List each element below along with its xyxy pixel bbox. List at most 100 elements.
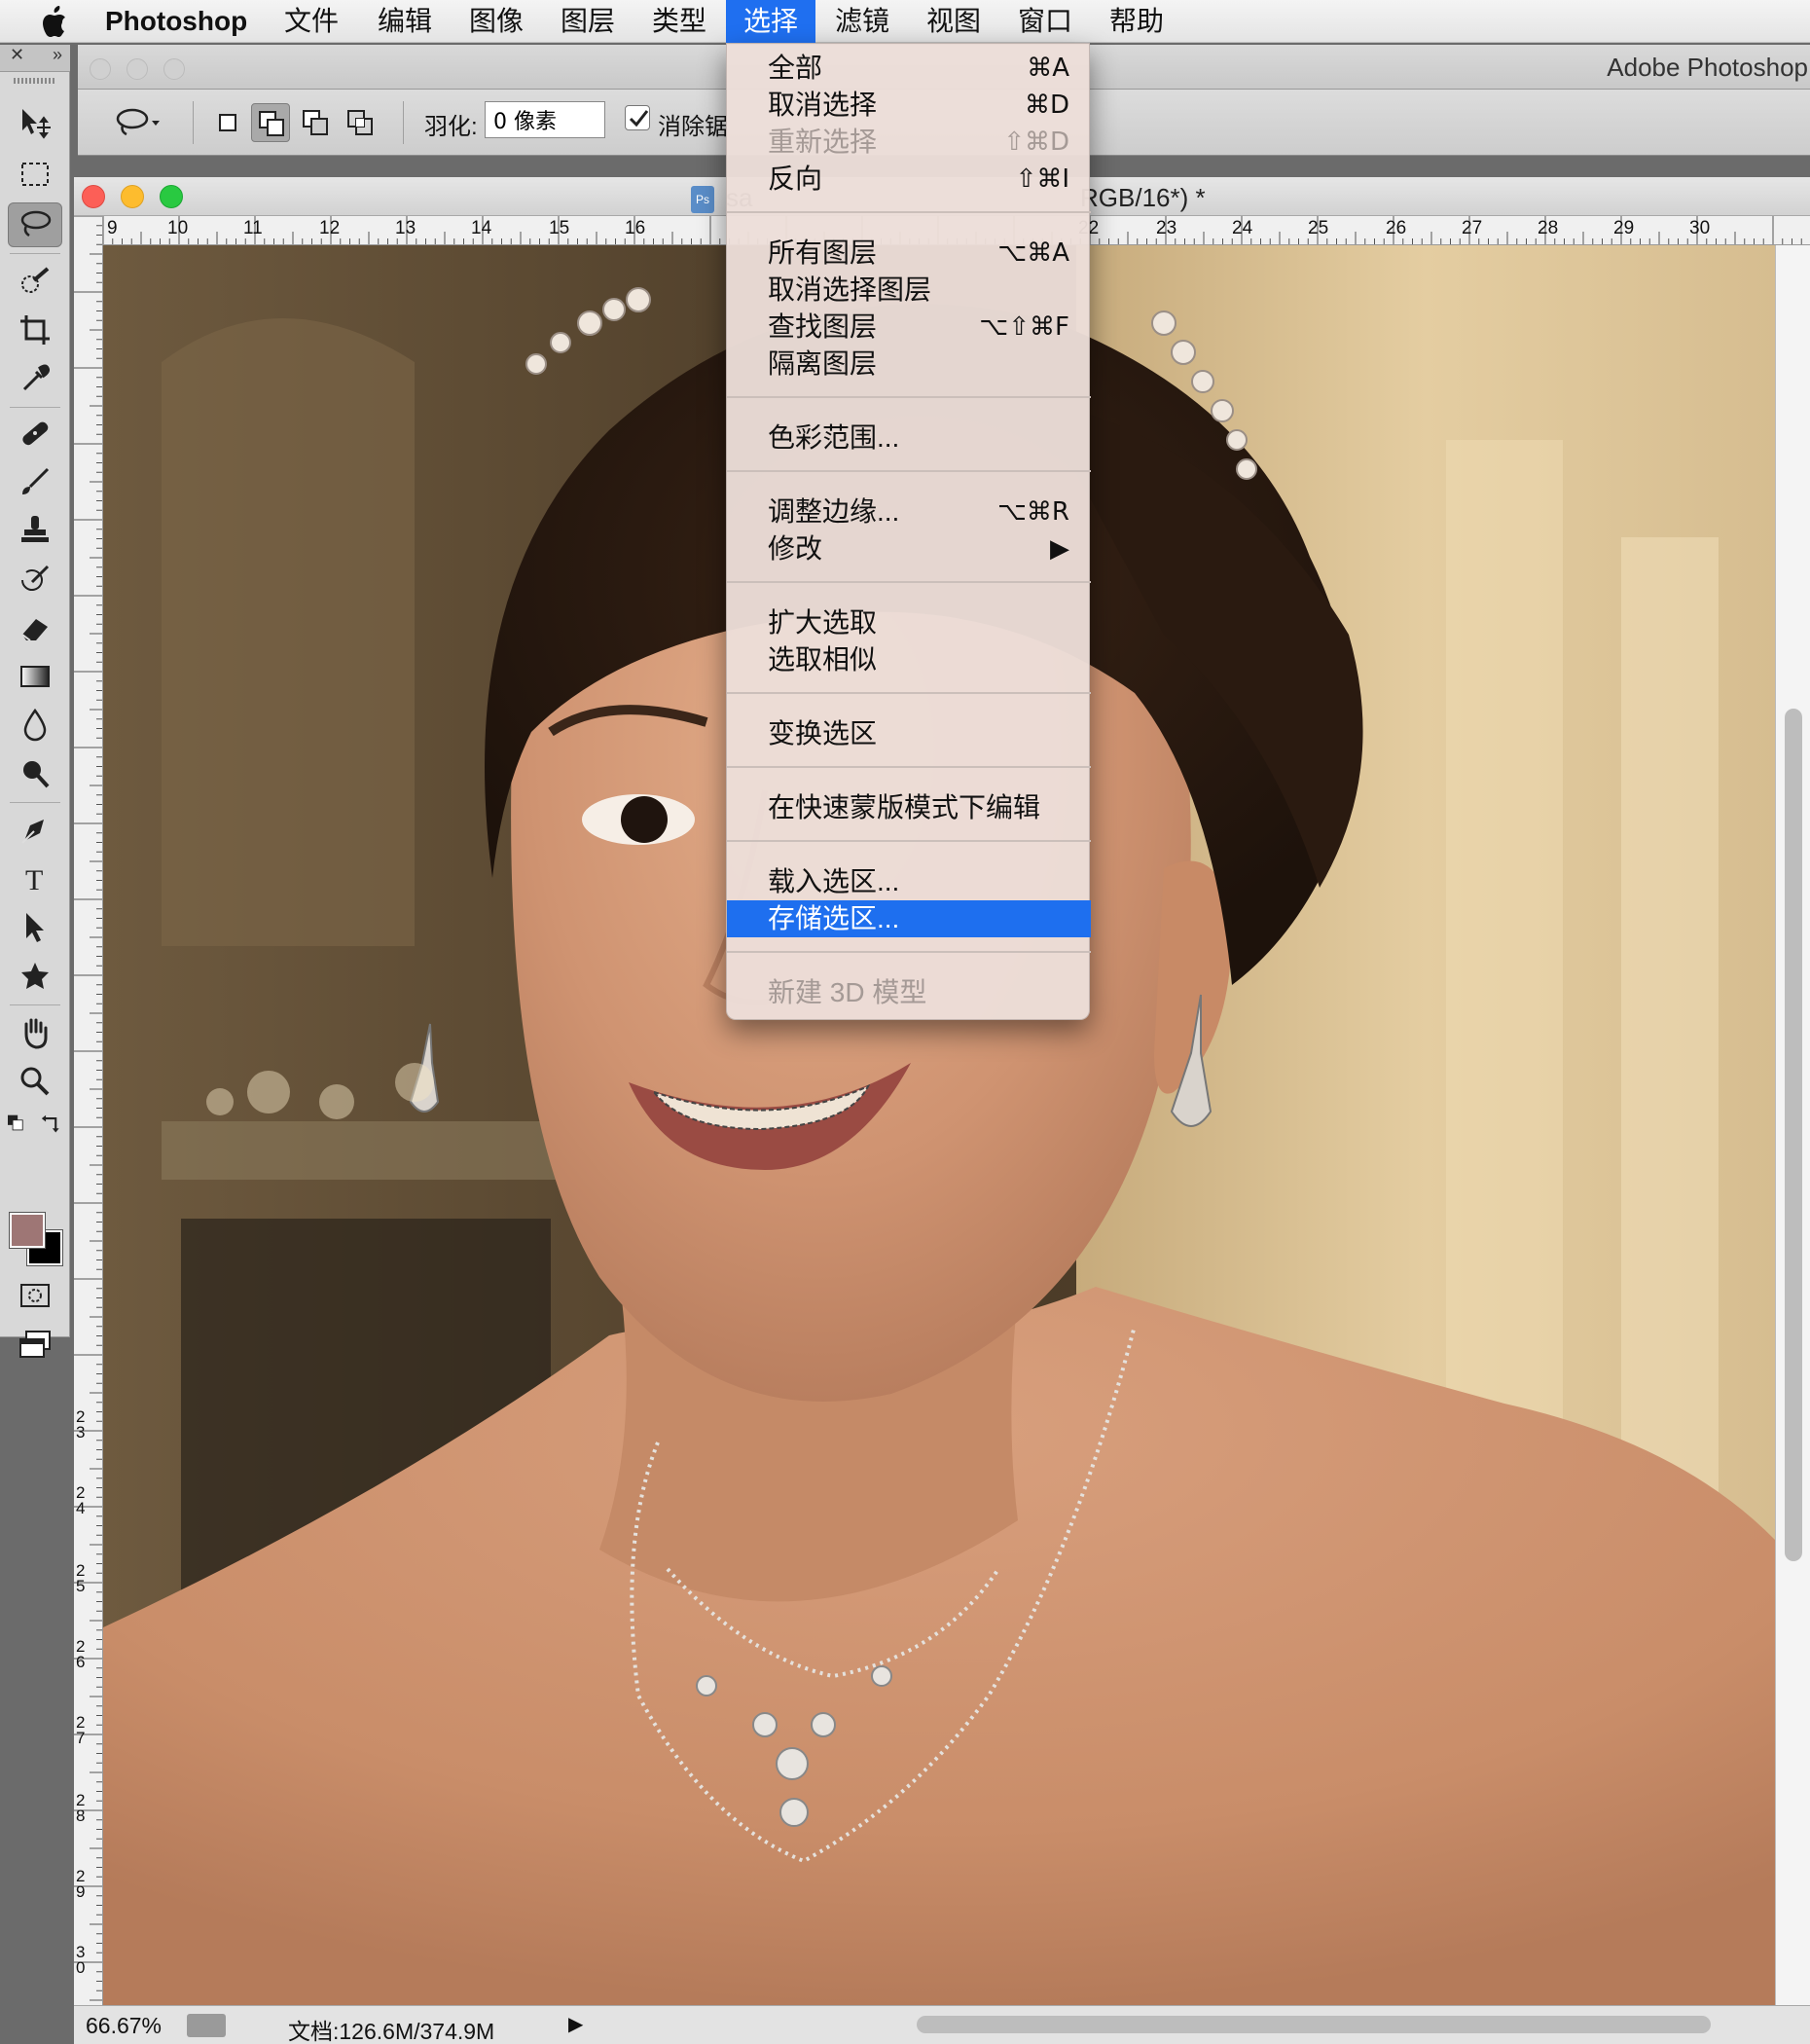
vertical-scroll-thumb[interactable] — [1785, 709, 1802, 1561]
menu-item-save-selection[interactable]: 存储选区... — [727, 900, 1091, 937]
separator — [403, 101, 404, 144]
custom-shape-tool[interactable] — [8, 954, 62, 999]
menu-item-label: 存储选区... — [768, 903, 900, 933]
shape-icon — [21, 963, 49, 989]
quick-select-tool[interactable] — [8, 259, 62, 304]
horizontal-scroll-thumb[interactable] — [917, 2016, 1711, 2033]
menu-item-quick-mask[interactable]: 在快速蒙版模式下编辑 — [727, 789, 1091, 826]
status-options-icon[interactable] — [187, 2014, 226, 2037]
default-colors-button[interactable] — [4, 1112, 33, 1137]
marquee-tool[interactable] — [8, 152, 62, 197]
ruler-label: 25 — [76, 1561, 86, 1595]
menu-item-shortcut: ⌘D — [1024, 91, 1069, 120]
type-tool[interactable]: T — [8, 857, 62, 901]
select-menu-dropdown: 全部 ⌘A 取消选择 ⌘D 重新选择 ⇧⌘D 反向 ⇧⌘I 所有图层 ⌥⌘A 取… — [726, 43, 1091, 1020]
move-tool[interactable] — [8, 101, 62, 146]
menu-select[interactable]: 选择 — [726, 0, 816, 43]
dodge-tool[interactable] — [8, 751, 62, 796]
brush-tool[interactable] — [8, 459, 62, 504]
screen-mode-button[interactable] — [8, 1322, 62, 1367]
menu-edit[interactable]: 编辑 — [360, 0, 450, 43]
subtract-from-selection-button[interactable] — [296, 103, 335, 142]
menu-image[interactable]: 图像 — [452, 0, 541, 43]
intersect-selection-button[interactable] — [341, 103, 380, 142]
quick-mask-button[interactable] — [8, 1273, 62, 1318]
new-selection-button[interactable] — [208, 103, 247, 142]
menu-filter[interactable]: 滤镜 — [817, 0, 907, 43]
menu-item-grow[interactable]: 扩大选取 — [727, 604, 1091, 641]
doc-zoom-button[interactable] — [160, 185, 183, 208]
healing-brush-tool[interactable] — [8, 411, 62, 456]
menu-view[interactable]: 视图 — [909, 0, 998, 43]
menu-item-all-layers[interactable]: 所有图层 ⌥⌘A — [727, 235, 1091, 272]
expand-panel-icon[interactable]: » — [53, 45, 62, 65]
add-to-selection-button[interactable] — [251, 103, 290, 142]
menu-layer[interactable]: 图层 — [543, 0, 633, 43]
clone-stamp-tool[interactable] — [8, 508, 62, 553]
menu-separator — [727, 396, 1091, 398]
zoom-tool[interactable] — [8, 1059, 62, 1104]
menu-separator — [727, 211, 1091, 213]
menu-item-label: 重新选择 — [768, 127, 878, 157]
close-icon[interactable]: ✕ — [10, 45, 24, 65]
feather-input[interactable] — [485, 101, 605, 138]
menu-item-similar[interactable]: 选取相似 — [727, 641, 1091, 678]
doc-close-button[interactable] — [82, 185, 105, 208]
zoom-level-field[interactable]: 66.67% — [86, 2013, 162, 2039]
ruler-label: 16 — [625, 218, 646, 238]
menu-separator — [727, 581, 1091, 583]
app-zoom-button[interactable] — [163, 58, 185, 80]
menu-help[interactable]: 帮助 — [1092, 0, 1181, 43]
foreground-color-swatch[interactable] — [9, 1212, 46, 1249]
ruler-label: 24 — [1232, 218, 1253, 238]
separator — [193, 101, 194, 144]
menu-item-deselect-layers[interactable]: 取消选择图层 — [727, 272, 1091, 309]
eraser-tool[interactable] — [8, 605, 62, 650]
menu-window[interactable]: 窗口 — [1000, 0, 1090, 43]
menu-item-load-selection[interactable]: 载入选区... — [727, 863, 1091, 900]
menu-item-select-all[interactable]: 全部 ⌘A — [727, 50, 1091, 87]
menu-item-refine-edge[interactable]: 调整边缘... ⌥⌘R — [727, 493, 1091, 530]
menu-item-transform-selection[interactable]: 变换选区 — [727, 715, 1091, 752]
vertical-scrollbar[interactable] — [1775, 245, 1810, 2005]
menu-item-new-3d-extrusion: 新建 3D 模型 — [727, 974, 1091, 1011]
tools-panel-header: ✕ » — [0, 45, 70, 72]
eyedropper-tool[interactable] — [8, 356, 62, 401]
blur-tool[interactable] — [8, 703, 62, 748]
swap-colors-button[interactable] — [37, 1112, 66, 1137]
menu-item-inverse[interactable]: 反向 ⇧⌘I — [727, 161, 1091, 198]
menu-item-label: 色彩范围... — [768, 422, 900, 453]
pen-tool[interactable] — [8, 808, 62, 853]
menu-item-color-range[interactable]: 色彩范围... — [727, 420, 1091, 456]
panel-grip[interactable] — [14, 78, 54, 84]
antialias-checkbox[interactable] — [625, 105, 650, 130]
lasso-preset-icon[interactable] — [113, 105, 162, 140]
menu-item-label: 修改 — [768, 533, 823, 564]
screen-mode-icon — [19, 1331, 51, 1358]
ruler-label: 26 — [76, 1637, 86, 1671]
history-brush-tool[interactable] — [8, 557, 62, 602]
status-menu-arrow-icon[interactable]: ▶ — [568, 2012, 583, 2036]
menu-type[interactable]: 类型 — [634, 0, 724, 43]
menu-item-deselect[interactable]: 取消选择 ⌘D — [727, 87, 1091, 124]
app-minimize-button[interactable] — [127, 58, 148, 80]
brush-icon — [22, 467, 50, 494]
apple-icon[interactable] — [39, 6, 68, 37]
doc-minimize-button[interactable] — [121, 185, 144, 208]
move-icon — [22, 109, 51, 139]
lasso-tool[interactable] — [8, 202, 62, 247]
path-select-tool[interactable] — [8, 905, 62, 950]
vertical-ruler[interactable]: 23 24 25 26 27 28 29 30 — [74, 216, 103, 2005]
menu-item-isolate-layers[interactable]: 隔离图层 — [727, 346, 1091, 383]
menu-separator — [727, 470, 1091, 472]
app-close-button[interactable] — [90, 58, 111, 80]
blur-icon — [23, 708, 47, 742]
app-menu[interactable]: Photoshop — [105, 6, 247, 37]
menu-item-find-layers[interactable]: 查找图层 ⌥⇧⌘F — [727, 309, 1091, 346]
crop-tool[interactable] — [8, 308, 62, 352]
gradient-tool[interactable] — [8, 654, 62, 699]
menu-item-modify[interactable]: 修改 ▶ — [727, 530, 1091, 567]
healing-brush-icon — [22, 421, 49, 446]
hand-tool[interactable] — [8, 1010, 62, 1055]
menu-file[interactable]: 文件 — [267, 0, 356, 43]
